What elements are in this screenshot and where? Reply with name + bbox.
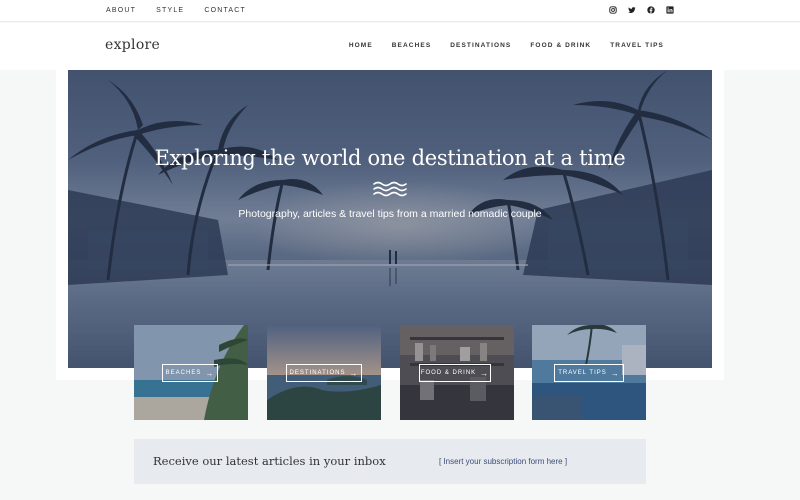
food-drink-label: FOOD & DRINK (420, 370, 477, 376)
twitter-icon[interactable] (628, 6, 636, 14)
site-logo[interactable]: explore (105, 37, 160, 53)
category-card-food-drink[interactable]: FOOD & DRINK → (400, 325, 514, 420)
hero-title: Exploring the world one destination at a… (154, 146, 626, 170)
top-nav-about[interactable]: ABOUT (106, 7, 136, 14)
subscribe-title: Receive our latest articles in your inbo… (153, 454, 386, 468)
top-nav-contact[interactable]: CONTACT (204, 7, 246, 14)
nav-travel-tips[interactable]: TRAVEL TIPS (610, 42, 664, 49)
beaches-button[interactable]: BEACHES → (162, 364, 218, 382)
arrow-right-icon: → (610, 368, 620, 378)
arrow-right-icon: → (349, 368, 359, 378)
nav-food-drink[interactable]: FOOD & DRINK (530, 42, 591, 49)
travel-tips-label: TRAVEL TIPS (558, 370, 607, 376)
nav-destinations[interactable]: DESTINATIONS (450, 42, 511, 49)
hero-subtitle: Photography, articles & travel tips from… (238, 208, 542, 220)
arrow-right-icon: → (205, 368, 215, 378)
facebook-icon[interactable] (647, 6, 655, 14)
destinations-button[interactable]: DESTINATIONS → (286, 364, 362, 382)
beaches-label: BEACHES (165, 370, 202, 376)
top-utility-bar: ABOUT STYLE CONTACT (0, 0, 800, 22)
nav-home[interactable]: HOME (349, 42, 373, 49)
top-nav-style[interactable]: STYLE (156, 7, 184, 14)
instagram-icon[interactable] (609, 6, 617, 14)
travel-tips-button[interactable]: TRAVEL TIPS → (554, 364, 624, 382)
category-card-destinations[interactable]: DESTINATIONS → (267, 325, 381, 420)
waves-icon (373, 181, 407, 197)
hero-banner: Exploring the world one destination at a… (68, 70, 712, 368)
site-header: explore HOME BEACHES DESTINATIONS FOOD &… (0, 23, 800, 70)
nav-beaches[interactable]: BEACHES (392, 42, 431, 49)
subscription-form-placeholder[interactable]: [ Insert your subscription form here ] (439, 457, 567, 466)
category-card-travel-tips[interactable]: TRAVEL TIPS → (532, 325, 646, 420)
food-drink-button[interactable]: FOOD & DRINK → (419, 364, 491, 382)
subscribe-box: Receive our latest articles in your inbo… (134, 439, 646, 484)
social-links (609, 6, 674, 14)
top-nav: ABOUT STYLE CONTACT (106, 7, 246, 14)
destinations-label: DESTINATIONS (289, 370, 346, 376)
main-nav: HOME BEACHES DESTINATIONS FOOD & DRINK T… (349, 42, 664, 49)
linkedin-icon[interactable] (666, 6, 674, 14)
arrow-right-icon: → (480, 368, 490, 378)
category-card-beaches[interactable]: BEACHES → (134, 325, 248, 420)
